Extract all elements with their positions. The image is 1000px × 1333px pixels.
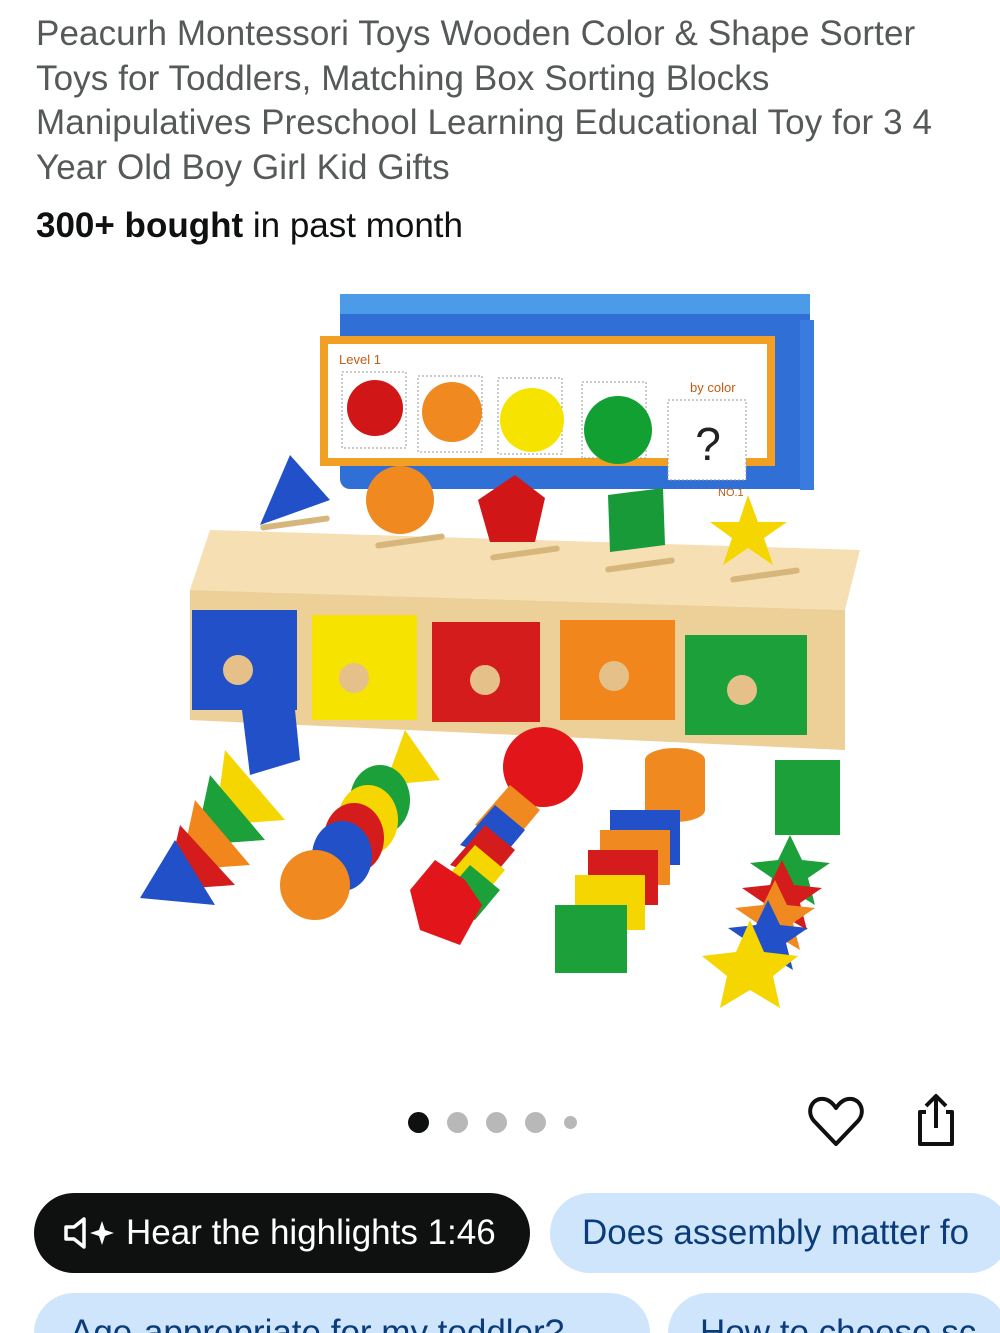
card-mode-text: by color bbox=[690, 380, 736, 395]
bought-suffix: in past month bbox=[243, 206, 463, 245]
card-question-mark: ? bbox=[695, 418, 721, 470]
hear-highlights-button[interactable]: Hear the highlights 1:46 bbox=[34, 1193, 530, 1273]
card-level-text: Level 1 bbox=[339, 352, 381, 367]
green-square bbox=[608, 488, 665, 552]
product-image[interactable]: Level 1 by color ? NO.1 bbox=[130, 280, 870, 1020]
green-prism bbox=[775, 760, 840, 835]
carousel-dot[interactable] bbox=[447, 1111, 468, 1133]
share-icon[interactable] bbox=[906, 1090, 966, 1150]
product-title[interactable]: Peacurh Montessori Toys Wooden Color & S… bbox=[36, 12, 956, 190]
carousel-dot[interactable] bbox=[486, 1111, 507, 1133]
speaker-sparkle-icon bbox=[62, 1215, 118, 1251]
question-chip-age[interactable]: Age-appropriate for my toddler? bbox=[34, 1293, 650, 1333]
carousel-indicator[interactable] bbox=[408, 1108, 577, 1136]
card-number-text: NO.1 bbox=[718, 487, 744, 499]
blue-cube bbox=[242, 710, 300, 775]
orange-disc-loose bbox=[280, 850, 350, 920]
orange-disc bbox=[366, 466, 434, 534]
heart-icon[interactable] bbox=[806, 1092, 866, 1152]
hear-highlights-label: Hear the highlights 1:46 bbox=[126, 1213, 496, 1252]
blue-triangle bbox=[260, 455, 330, 525]
question-chip-choose[interactable]: How to choose sc bbox=[668, 1293, 1000, 1333]
carousel-dot-active[interactable] bbox=[408, 1111, 429, 1133]
carousel-dot[interactable] bbox=[564, 1115, 577, 1129]
bought-count: 300+ bought bbox=[36, 206, 244, 245]
question-chip-assembly[interactable]: Does assembly matter fo bbox=[550, 1193, 1000, 1273]
bought-in-past-month: 300+ bought in past month bbox=[36, 204, 463, 248]
product-page: Peacurh Montessori Toys Wooden Color & S… bbox=[0, 0, 1000, 1333]
carousel-dot[interactable] bbox=[525, 1111, 546, 1133]
